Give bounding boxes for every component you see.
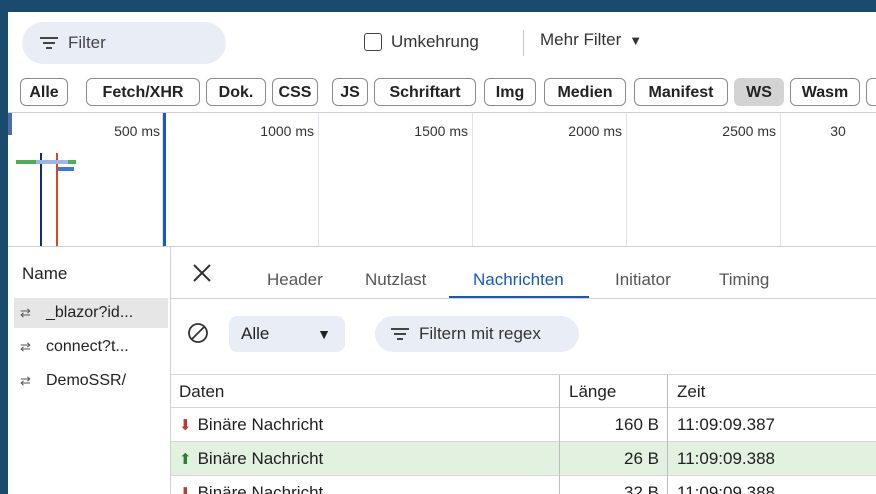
column-divider [667, 442, 668, 476]
tick-line [318, 113, 319, 246]
message-length: 26 B [624, 449, 659, 468]
message-data-cell: ⬇ Binäre Nachricht [179, 408, 559, 442]
message-time: 11:09:09.388 [677, 483, 775, 494]
websocket-icon: ⇄ [20, 373, 31, 388]
chip-ws[interactable]: WS [734, 78, 784, 106]
column-header-data[interactable]: Daten [179, 375, 559, 409]
message-time: 11:09:09.388 [677, 449, 775, 468]
filter-input[interactable]: Filter [22, 22, 226, 64]
timeline-dom-marker [163, 113, 166, 246]
tab-messages[interactable]: Nachrichten [473, 270, 564, 290]
message-time: 11:09:09.387 [677, 415, 775, 434]
timeline-request-bar [58, 167, 74, 171]
name-column-header[interactable]: Name [22, 264, 67, 284]
column-divider [559, 408, 560, 442]
websocket-icon: ⇄ [20, 305, 31, 320]
timeline-label: 1500 ms [414, 123, 468, 139]
chip-img[interactable]: Img [484, 78, 536, 106]
chip-overflow[interactable] [866, 78, 876, 106]
chip-wasm[interactable]: Wasm [790, 78, 860, 106]
filter-bar: Filter Umkehrung Mehr Filter ▼ [8, 12, 876, 70]
column-header-time[interactable]: Zeit [677, 375, 876, 409]
invert-label: Umkehrung [391, 32, 479, 51]
arrow-up-icon: ⬆ [179, 451, 192, 468]
resource-type-filters: Alle Fetch/XHR Dok. CSS JS Schriftart Im… [8, 76, 876, 110]
filter-placeholder: Filter [68, 33, 106, 52]
timeline-label: 1000 ms [260, 123, 314, 139]
request-row[interactable]: ⇄ _blazor?id... [14, 298, 168, 328]
message-data-cell: ⬇ Binäre Nachricht [179, 476, 559, 494]
select-value: Alle [241, 324, 270, 343]
message-length: 160 B [614, 415, 659, 434]
timeline-label: 500 ms [114, 123, 160, 139]
dropdown-triangle-icon: ▼ [629, 32, 643, 48]
table-row[interactable]: ⬆ Binäre Nachricht 26 B 11:09:09.388 [171, 442, 876, 476]
tick-line [472, 113, 473, 246]
request-detail-panel: Header Nutzlast Nachrichten Initiator Ti… [171, 246, 876, 494]
message-data: Binäre Nachricht [197, 449, 324, 468]
timeline-request-bar [36, 160, 68, 164]
table-header-row: Daten Länge Zeit [171, 374, 876, 409]
regex-filter-input[interactable]: Filtern mit regex [375, 316, 579, 352]
close-icon[interactable] [191, 262, 213, 284]
websocket-icon: ⇄ [20, 339, 31, 354]
tab-header[interactable]: Header [267, 270, 323, 290]
request-list: Name ⇄ _blazor?id... ⇄ connect?t... ⇄ De… [8, 246, 170, 494]
chip-js[interactable]: JS [332, 78, 368, 106]
filter-icon [40, 36, 58, 50]
column-divider[interactable] [559, 375, 560, 409]
clear-messages-icon[interactable] [187, 322, 209, 344]
column-divider [559, 442, 560, 476]
chip-font[interactable]: Schriftart [374, 78, 476, 106]
regex-filter-label: Filtern mit regex [419, 324, 541, 343]
tab-initiator[interactable]: Initiator [615, 270, 671, 290]
arrow-down-icon: ⬇ [179, 485, 192, 494]
detail-tabs: Header Nutzlast Nachrichten Initiator Ti… [171, 246, 876, 299]
more-filters-button[interactable]: Mehr Filter ▼ [540, 30, 642, 50]
table-row[interactable]: ⬇ Binäre Nachricht 160 B 11:09:09.387 [171, 408, 876, 442]
message-data: Binäre Nachricht [197, 483, 324, 494]
invert-checkbox[interactable]: Umkehrung [364, 32, 479, 52]
timeline-label: 2500 ms [722, 123, 776, 139]
request-row[interactable]: ⇄ connect?t... [14, 332, 168, 362]
timeline-label: 2000 ms [568, 123, 622, 139]
message-data: Binäre Nachricht [197, 415, 324, 434]
chip-alle[interactable]: Alle [20, 78, 68, 106]
message-data-cell: ⬆ Binäre Nachricht [179, 442, 559, 476]
more-filters-label: Mehr Filter [540, 30, 622, 49]
request-name: _blazor?id... [46, 304, 134, 321]
divider [523, 30, 524, 56]
chip-media[interactable]: Medien [544, 78, 626, 106]
timeline-overview[interactable]: 500 ms 1000 ms 1500 ms 2000 ms 2500 ms 3… [8, 113, 876, 246]
column-divider [559, 476, 560, 494]
chip-manifest[interactable]: Manifest [634, 78, 728, 106]
devtools-network-panel: Filter Umkehrung Mehr Filter ▼ Alle Fetc… [8, 12, 876, 494]
dropdown-triangle-icon: ▼ [317, 326, 331, 342]
timeline-label: 30 [830, 123, 846, 139]
chip-css[interactable]: CSS [272, 78, 318, 106]
chip-fetch-xhr[interactable]: Fetch/XHR [86, 78, 200, 106]
column-divider [667, 408, 668, 442]
chip-doc[interactable]: Dok. [206, 78, 266, 106]
request-name: connect?t... [46, 338, 129, 355]
tab-payload[interactable]: Nutzlast [365, 270, 426, 290]
table-row[interactable]: ⬇ Binäre Nachricht 32 B 11:09:09.388 [171, 476, 876, 494]
message-length: 32 B [624, 483, 659, 494]
timeline-handle[interactable] [8, 113, 12, 135]
timeline-marker [40, 153, 42, 246]
arrow-down-icon: ⬇ [179, 417, 192, 434]
column-divider[interactable] [667, 375, 668, 409]
message-type-select[interactable]: Alle ▼ [229, 316, 345, 352]
checkbox-box[interactable] [364, 33, 382, 51]
column-header-length[interactable]: Länge [569, 375, 665, 409]
column-divider [667, 476, 668, 494]
tab-timing[interactable]: Timing [719, 270, 769, 290]
request-row[interactable]: ⇄ DemoSSR/ [14, 366, 168, 396]
filter-icon [391, 327, 409, 341]
request-name: DemoSSR/ [46, 372, 127, 389]
divider [171, 298, 876, 299]
tick-line [626, 113, 627, 246]
messages-toolbar: Alle ▼ Filtern mit regex [171, 302, 876, 366]
